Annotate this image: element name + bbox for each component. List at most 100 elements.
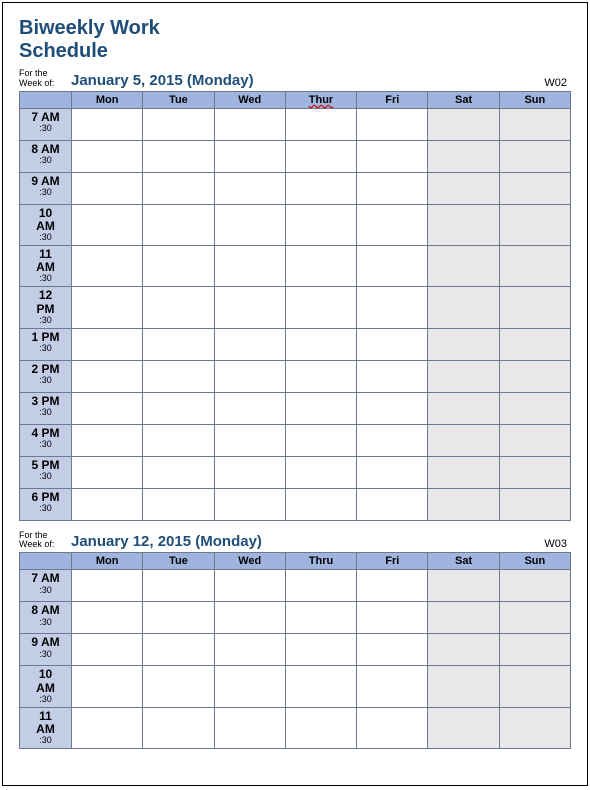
schedule-cell[interactable]: [357, 140, 428, 172]
schedule-cell[interactable]: [143, 287, 214, 328]
schedule-cell[interactable]: [72, 602, 143, 634]
schedule-cell[interactable]: [285, 602, 356, 634]
schedule-cell[interactable]: [143, 424, 214, 456]
schedule-cell[interactable]: [72, 246, 143, 287]
schedule-cell[interactable]: [143, 570, 214, 602]
schedule-cell[interactable]: [214, 108, 285, 140]
schedule-cell[interactable]: [428, 287, 499, 328]
schedule-cell[interactable]: [499, 204, 570, 245]
schedule-cell[interactable]: [285, 488, 356, 520]
schedule-cell[interactable]: [357, 204, 428, 245]
schedule-cell[interactable]: [72, 328, 143, 360]
schedule-cell[interactable]: [143, 140, 214, 172]
schedule-cell[interactable]: [72, 456, 143, 488]
schedule-cell[interactable]: [214, 456, 285, 488]
schedule-cell[interactable]: [428, 570, 499, 602]
schedule-cell[interactable]: [143, 246, 214, 287]
schedule-cell[interactable]: [214, 287, 285, 328]
schedule-cell[interactable]: [214, 246, 285, 287]
schedule-cell[interactable]: [357, 488, 428, 520]
schedule-cell[interactable]: [428, 424, 499, 456]
schedule-cell[interactable]: [214, 392, 285, 424]
schedule-cell[interactable]: [357, 634, 428, 666]
schedule-cell[interactable]: [499, 392, 570, 424]
schedule-cell[interactable]: [428, 488, 499, 520]
schedule-cell[interactable]: [72, 140, 143, 172]
schedule-cell[interactable]: [499, 602, 570, 634]
schedule-cell[interactable]: [499, 424, 570, 456]
schedule-cell[interactable]: [285, 108, 356, 140]
schedule-cell[interactable]: [499, 707, 570, 748]
schedule-cell[interactable]: [285, 140, 356, 172]
schedule-cell[interactable]: [499, 140, 570, 172]
schedule-cell[interactable]: [499, 634, 570, 666]
schedule-cell[interactable]: [72, 424, 143, 456]
schedule-cell[interactable]: [357, 246, 428, 287]
schedule-cell[interactable]: [285, 287, 356, 328]
schedule-cell[interactable]: [285, 246, 356, 287]
schedule-cell[interactable]: [499, 360, 570, 392]
schedule-cell[interactable]: [143, 108, 214, 140]
schedule-cell[interactable]: [357, 602, 428, 634]
schedule-cell[interactable]: [357, 666, 428, 707]
schedule-cell[interactable]: [214, 666, 285, 707]
schedule-cell[interactable]: [428, 108, 499, 140]
schedule-cell[interactable]: [72, 707, 143, 748]
schedule-cell[interactable]: [214, 570, 285, 602]
schedule-cell[interactable]: [72, 488, 143, 520]
schedule-cell[interactable]: [285, 328, 356, 360]
schedule-cell[interactable]: [499, 488, 570, 520]
schedule-cell[interactable]: [428, 666, 499, 707]
schedule-cell[interactable]: [143, 204, 214, 245]
schedule-cell[interactable]: [72, 204, 143, 245]
schedule-cell[interactable]: [428, 172, 499, 204]
schedule-cell[interactable]: [143, 328, 214, 360]
schedule-cell[interactable]: [428, 456, 499, 488]
schedule-cell[interactable]: [428, 707, 499, 748]
schedule-cell[interactable]: [143, 666, 214, 707]
schedule-cell[interactable]: [357, 456, 428, 488]
schedule-cell[interactable]: [285, 634, 356, 666]
schedule-cell[interactable]: [428, 360, 499, 392]
schedule-cell[interactable]: [499, 172, 570, 204]
schedule-cell[interactable]: [357, 392, 428, 424]
schedule-cell[interactable]: [214, 328, 285, 360]
schedule-cell[interactable]: [72, 172, 143, 204]
schedule-cell[interactable]: [143, 392, 214, 424]
schedule-cell[interactable]: [285, 172, 356, 204]
schedule-cell[interactable]: [285, 424, 356, 456]
schedule-cell[interactable]: [143, 172, 214, 204]
schedule-cell[interactable]: [499, 246, 570, 287]
schedule-cell[interactable]: [143, 634, 214, 666]
schedule-cell[interactable]: [428, 602, 499, 634]
schedule-cell[interactable]: [214, 602, 285, 634]
schedule-cell[interactable]: [357, 287, 428, 328]
schedule-cell[interactable]: [357, 707, 428, 748]
schedule-cell[interactable]: [214, 204, 285, 245]
schedule-cell[interactable]: [214, 140, 285, 172]
schedule-cell[interactable]: [285, 360, 356, 392]
schedule-cell[interactable]: [428, 246, 499, 287]
schedule-cell[interactable]: [285, 204, 356, 245]
schedule-cell[interactable]: [499, 666, 570, 707]
schedule-cell[interactable]: [357, 108, 428, 140]
schedule-cell[interactable]: [214, 424, 285, 456]
schedule-cell[interactable]: [143, 488, 214, 520]
schedule-cell[interactable]: [285, 666, 356, 707]
schedule-cell[interactable]: [285, 456, 356, 488]
schedule-cell[interactable]: [357, 360, 428, 392]
schedule-cell[interactable]: [72, 570, 143, 602]
schedule-cell[interactable]: [499, 328, 570, 360]
schedule-cell[interactable]: [499, 287, 570, 328]
schedule-cell[interactable]: [214, 707, 285, 748]
schedule-cell[interactable]: [214, 360, 285, 392]
schedule-cell[interactable]: [285, 707, 356, 748]
schedule-cell[interactable]: [285, 392, 356, 424]
schedule-cell[interactable]: [357, 570, 428, 602]
schedule-cell[interactable]: [72, 360, 143, 392]
schedule-cell[interactable]: [285, 570, 356, 602]
schedule-cell[interactable]: [72, 392, 143, 424]
schedule-cell[interactable]: [72, 287, 143, 328]
schedule-cell[interactable]: [428, 634, 499, 666]
schedule-cell[interactable]: [143, 707, 214, 748]
